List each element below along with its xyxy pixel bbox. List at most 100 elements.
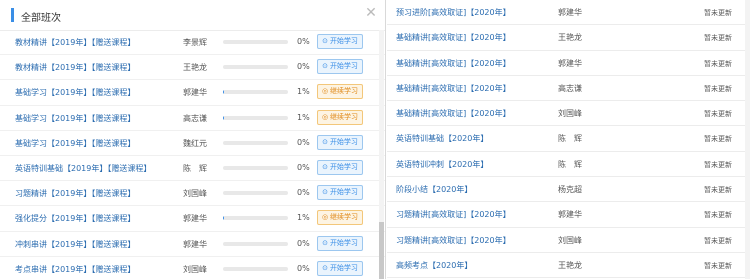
course-name-link[interactable]: 教材精讲【2019年】【赠送课程】 [15,62,135,73]
progress-bar [223,115,288,120]
update-status: 暂未更新 [704,236,732,245]
modal-title: 全部班次 [21,13,61,24]
progress-percent: 0% [297,188,310,198]
title-accent-bar [11,8,14,22]
background-course-name-link[interactable]: 阶段小结【2020年】 [396,184,472,195]
background-teacher-name: 杨克超 [558,185,582,195]
continue-icon: ◎ [321,213,329,222]
progress-percent: 0% [297,162,310,172]
progress-percent: 1% [297,112,310,122]
study-button-label: 开始学习 [329,62,358,71]
progress-bar-fill [223,90,224,95]
teacher-name: 魏红元 [183,138,207,148]
progress-bar-fill [223,115,224,120]
course-name-link[interactable]: 基础学习【2019年】【赠送课程】 [15,138,135,149]
course-name-link[interactable]: 冲刺串讲【2019年】【赠送课程】 [15,239,135,250]
course-name-link[interactable]: 考点串讲【2019年】【赠送课程】 [15,264,135,275]
background-course-name-link[interactable]: 预习进阶[高效取证]【2020年】 [396,7,511,18]
close-icon[interactable]: ✕ [364,6,378,20]
course-name-link[interactable]: 习题精讲【2019年】【赠送课程】 [15,188,135,199]
update-status: 暂未更新 [704,110,732,119]
background-teacher-name: 郭建华 [558,210,582,220]
study-button-label: 继续学习 [330,213,359,222]
progress-percent: 0% [297,62,310,72]
course-name-link[interactable]: 基础学习【2019年】【赠送课程】 [15,87,135,98]
teacher-name: 刘国峰 [183,264,207,274]
course-name-link[interactable]: 基础学习【2019年】【赠送课程】 [15,113,135,124]
background-course-name-link[interactable]: 基础精讲[高效取证]【2020年】 [396,83,511,94]
background-course-name-link[interactable]: 基础精讲[高效取证]【2020年】 [396,32,511,43]
progress-bar [223,40,288,44]
progress-bar-fill [223,216,224,221]
background-course-name-link[interactable]: 基础精讲[高效取证]【2020年】 [396,108,511,119]
start-study-button[interactable]: ⊙ 开始学习 [317,260,363,276]
start-study-button[interactable]: ⊙ 开始学习 [317,185,363,201]
background-teacher-name: 郭建华 [558,8,582,17]
study-button-label: 继续学习 [330,112,359,121]
background-teacher-name: 郭建华 [558,58,582,68]
modal-header: 全部班次 ✕ [0,0,385,31]
background-course-row: 基础精讲[高效取证]【2020年】 王艳龙 暂未更新 [387,25,750,51]
background-teacher-name: 王艳龙 [558,33,582,43]
course-row: 英语特训基础【2019年】【赠送课程】 陈 辉 0% ⊙ 开始学习 [0,156,385,182]
continue-icon: ◎ [321,112,329,121]
course-row: 基础学习【2019年】【赠送课程】 魏红元 0% ⊙ 开始学习 [0,131,385,156]
background-course-name-link[interactable]: 基础精讲[高效取证]【2020年】 [396,58,511,69]
teacher-name: 郭建华 [183,214,207,224]
background-course-rows: 预习进阶[高效取证]【2020年】 郭建华 暂未更新 基础精讲[高效取证]【20… [387,0,750,279]
start-study-button[interactable]: ⊙ 开始学习 [317,34,363,49]
course-rows: 教材精讲【2019年】【赠送课程】 李景辉 0% ⊙ 开始学习 教材精讲【2019… [0,30,385,279]
page-scrollbar[interactable] [745,0,750,279]
background-teacher-name: 高志谦 [558,83,582,93]
background-course-name-link[interactable]: 英语特训冲刺【2020年】 [396,159,488,170]
start-study-button[interactable]: ⊙ 开始学习 [317,59,363,75]
course-row: 强化提分【2019年】【赠送课程】 郭建华 1% ◎ 继续学习 [0,206,385,232]
progress-bar [223,65,288,70]
study-button-label: 开始学习 [329,37,358,45]
course-row: 基础学习【2019年】【赠送课程】 高志谦 1% ◎ 继续学习 [0,106,385,131]
background-course-name-link[interactable]: 英语特训基础【2020年】 [396,133,488,144]
progress-bar [223,266,288,271]
start-study-button[interactable]: ⊙ 开始学习 [317,134,363,150]
start-study-button[interactable]: ⊙ 开始学习 [317,159,363,175]
background-teacher-name: 王艳龙 [558,260,582,270]
background-course-row: 基础精讲[高效取证]【2020年】 高志谦 暂未更新 [387,76,750,102]
study-button-label: 继续学习 [330,87,359,96]
teacher-name: 李景辉 [183,38,207,47]
study-button-label: 开始学习 [329,238,358,247]
teacher-name: 王艳龙 [183,63,207,73]
progress-bar [223,165,288,170]
background-teacher-name: 陈 辉 [558,159,582,169]
course-row: 习题精讲【2019年】【赠送课程】 刘国峰 0% ⊙ 开始学习 [0,181,385,207]
update-status: 暂未更新 [704,34,732,43]
course-name-link[interactable]: 教材精讲【2019年】【赠送课程】 [15,37,135,48]
continue-study-button[interactable]: ◎ 继续学习 [317,84,363,100]
course-list-background: 预习进阶[高效取证]【2020年】 郭建华 暂未更新 基础精讲[高效取证]【20… [387,0,750,279]
course-name-link[interactable]: 强化提分【2019年】【赠送课程】 [15,213,135,224]
study-button-label: 开始学习 [329,137,358,146]
continue-study-button[interactable]: ◎ 继续学习 [317,109,363,125]
progress-bar [223,191,288,196]
progress-bar [223,216,288,221]
start-study-button[interactable]: ⊙ 开始学习 [317,235,363,251]
progress-bar [223,241,288,246]
continue-icon: ◎ [321,87,329,96]
teacher-name: 高志谦 [183,113,207,123]
teacher-name: 刘国峰 [183,189,207,199]
background-teacher-name: 刘国峰 [558,235,582,245]
play-icon: ⊙ [322,162,328,171]
progress-bar [223,90,288,95]
background-course-name-link[interactable]: 习题精讲[高效取证]【2020年】 [396,235,511,246]
course-row: 基础学习【2019年】【赠送课程】 郭建华 1% ◎ 继续学习 [0,80,385,106]
study-button-label: 开始学习 [329,162,358,171]
continue-study-button[interactable]: ◎ 继续学习 [317,210,363,226]
play-icon: ⊙ [322,238,328,247]
background-course-row: 预习进阶[高效取证]【2020年】 郭建华 暂未更新 [387,0,750,26]
background-course-row: 习题精讲[高效取证]【2020年】 郭建华 暂未更新 [387,202,750,228]
update-status: 暂未更新 [704,261,732,270]
course-name-link[interactable]: 英语特训基础【2019年】【赠送课程】 [15,163,151,174]
background-course-name-link[interactable]: 高频考点【2020年】 [396,260,472,271]
background-course-name-link[interactable]: 习题精讲[高效取证]【2020年】 [396,209,511,220]
modal-scrollbar-thumb[interactable] [379,222,384,279]
update-status: 暂未更新 [704,59,732,68]
